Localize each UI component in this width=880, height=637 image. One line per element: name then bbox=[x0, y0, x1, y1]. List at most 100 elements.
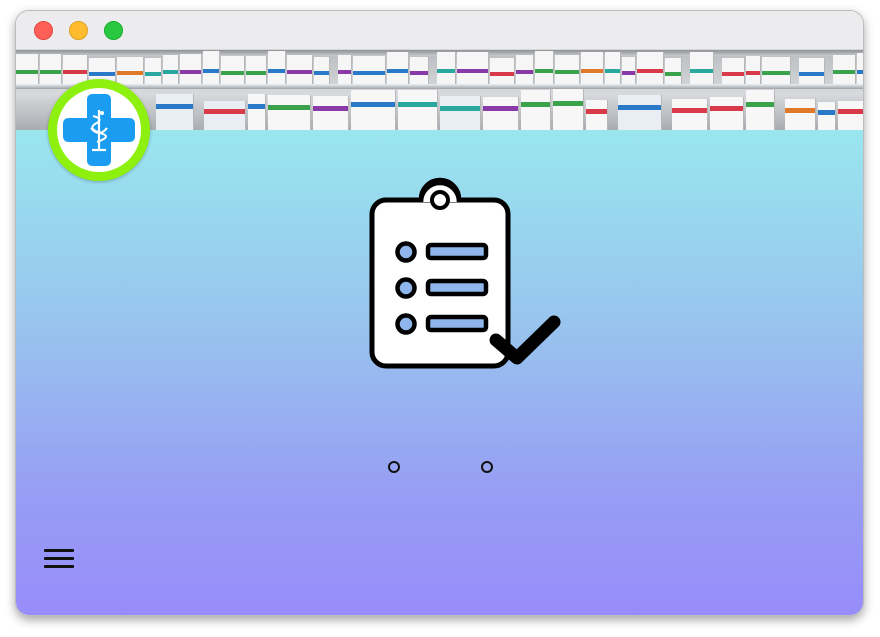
product-box bbox=[314, 57, 330, 84]
product-stripe bbox=[857, 70, 863, 74]
product-stripe bbox=[581, 69, 603, 73]
product-stripe bbox=[16, 70, 38, 74]
product-box bbox=[605, 52, 621, 84]
product-box bbox=[535, 51, 554, 84]
pharmacy-logo[interactable] bbox=[48, 79, 150, 181]
product-box bbox=[637, 52, 664, 84]
menu-button[interactable] bbox=[44, 549, 76, 571]
product-stripe bbox=[746, 102, 774, 107]
product-stripe bbox=[40, 70, 61, 74]
logo-badge bbox=[57, 88, 141, 172]
close-window-button[interactable] bbox=[34, 21, 53, 40]
product-box bbox=[40, 54, 62, 84]
product-box bbox=[555, 55, 580, 84]
product-stripe bbox=[605, 69, 620, 73]
product-box bbox=[722, 58, 745, 84]
product-box bbox=[440, 96, 481, 130]
product-box bbox=[833, 55, 856, 84]
hamburger-menu-icon-bar bbox=[44, 557, 74, 560]
product-box bbox=[268, 95, 311, 130]
product-box bbox=[63, 55, 88, 84]
product-stripe bbox=[833, 70, 855, 74]
product-stripe bbox=[483, 106, 518, 111]
product-stripe bbox=[762, 71, 790, 75]
product-stripe bbox=[457, 69, 488, 73]
product-stripe bbox=[387, 69, 408, 73]
hamburger-menu-icon bbox=[44, 549, 74, 552]
carousel-dot[interactable] bbox=[481, 461, 493, 473]
product-stripe bbox=[117, 71, 143, 75]
product-box bbox=[16, 54, 39, 84]
product-box bbox=[690, 52, 714, 84]
product-stripe bbox=[818, 110, 835, 115]
product-stripe bbox=[516, 70, 533, 74]
product-stripe bbox=[89, 72, 115, 76]
hamburger-menu-icon-bar bbox=[44, 565, 74, 568]
product-box bbox=[553, 89, 584, 130]
product-stripe bbox=[710, 106, 743, 111]
product-box bbox=[163, 55, 179, 84]
product-box bbox=[248, 94, 266, 130]
product-box bbox=[221, 56, 245, 84]
product-stripe bbox=[838, 109, 863, 114]
title-bar bbox=[16, 11, 863, 50]
product-stripe bbox=[63, 70, 87, 74]
product-box bbox=[785, 99, 816, 130]
product-stripe bbox=[521, 102, 550, 107]
product-box bbox=[268, 51, 286, 84]
minimize-window-button[interactable] bbox=[69, 21, 88, 40]
product-box bbox=[516, 55, 534, 84]
product-box bbox=[410, 57, 429, 84]
main-content bbox=[16, 130, 863, 615]
product-stripe bbox=[553, 101, 583, 106]
carousel-dot[interactable] bbox=[388, 461, 400, 473]
product-stripe bbox=[437, 69, 455, 73]
product-stripe bbox=[665, 72, 681, 76]
product-stripe bbox=[203, 69, 219, 73]
product-stripe bbox=[586, 109, 607, 114]
product-box bbox=[586, 100, 608, 130]
product-box bbox=[387, 52, 409, 84]
product-box bbox=[818, 102, 836, 130]
product-stripe bbox=[353, 71, 385, 75]
product-box bbox=[457, 52, 489, 84]
product-box bbox=[857, 53, 863, 84]
product-box bbox=[710, 97, 744, 130]
product-stripe bbox=[145, 72, 161, 76]
product-stripe bbox=[618, 105, 661, 110]
product-box bbox=[204, 101, 246, 130]
product-box bbox=[338, 55, 352, 84]
product-stripe bbox=[490, 72, 514, 76]
zoom-window-button[interactable] bbox=[104, 21, 123, 40]
product-box bbox=[799, 58, 825, 84]
product-box bbox=[521, 90, 551, 130]
product-box bbox=[490, 58, 515, 84]
product-box bbox=[483, 97, 519, 130]
shelf-edge bbox=[16, 84, 863, 89]
product-box bbox=[180, 54, 202, 84]
product-box bbox=[618, 95, 662, 130]
product-box bbox=[665, 58, 682, 84]
product-stripe bbox=[313, 106, 348, 111]
product-stripe bbox=[338, 70, 351, 74]
product-stripe bbox=[410, 71, 428, 75]
product-box bbox=[398, 90, 438, 130]
product-stripe bbox=[163, 70, 178, 74]
product-box bbox=[203, 51, 220, 84]
product-stripe bbox=[268, 105, 310, 110]
product-stripe bbox=[204, 109, 245, 114]
product-box bbox=[313, 96, 349, 130]
product-box bbox=[353, 56, 386, 84]
product-box bbox=[156, 94, 194, 130]
browser-window bbox=[15, 10, 864, 616]
product-box bbox=[762, 57, 791, 84]
product-stripe bbox=[156, 104, 193, 109]
product-stripe bbox=[672, 108, 707, 113]
product-box bbox=[746, 56, 761, 84]
product-stripe bbox=[287, 70, 312, 74]
clipboard-checklist-icon bbox=[368, 172, 564, 372]
product-box bbox=[117, 57, 144, 84]
product-box bbox=[351, 90, 396, 130]
product-box bbox=[145, 58, 162, 84]
product-stripe bbox=[248, 104, 265, 109]
